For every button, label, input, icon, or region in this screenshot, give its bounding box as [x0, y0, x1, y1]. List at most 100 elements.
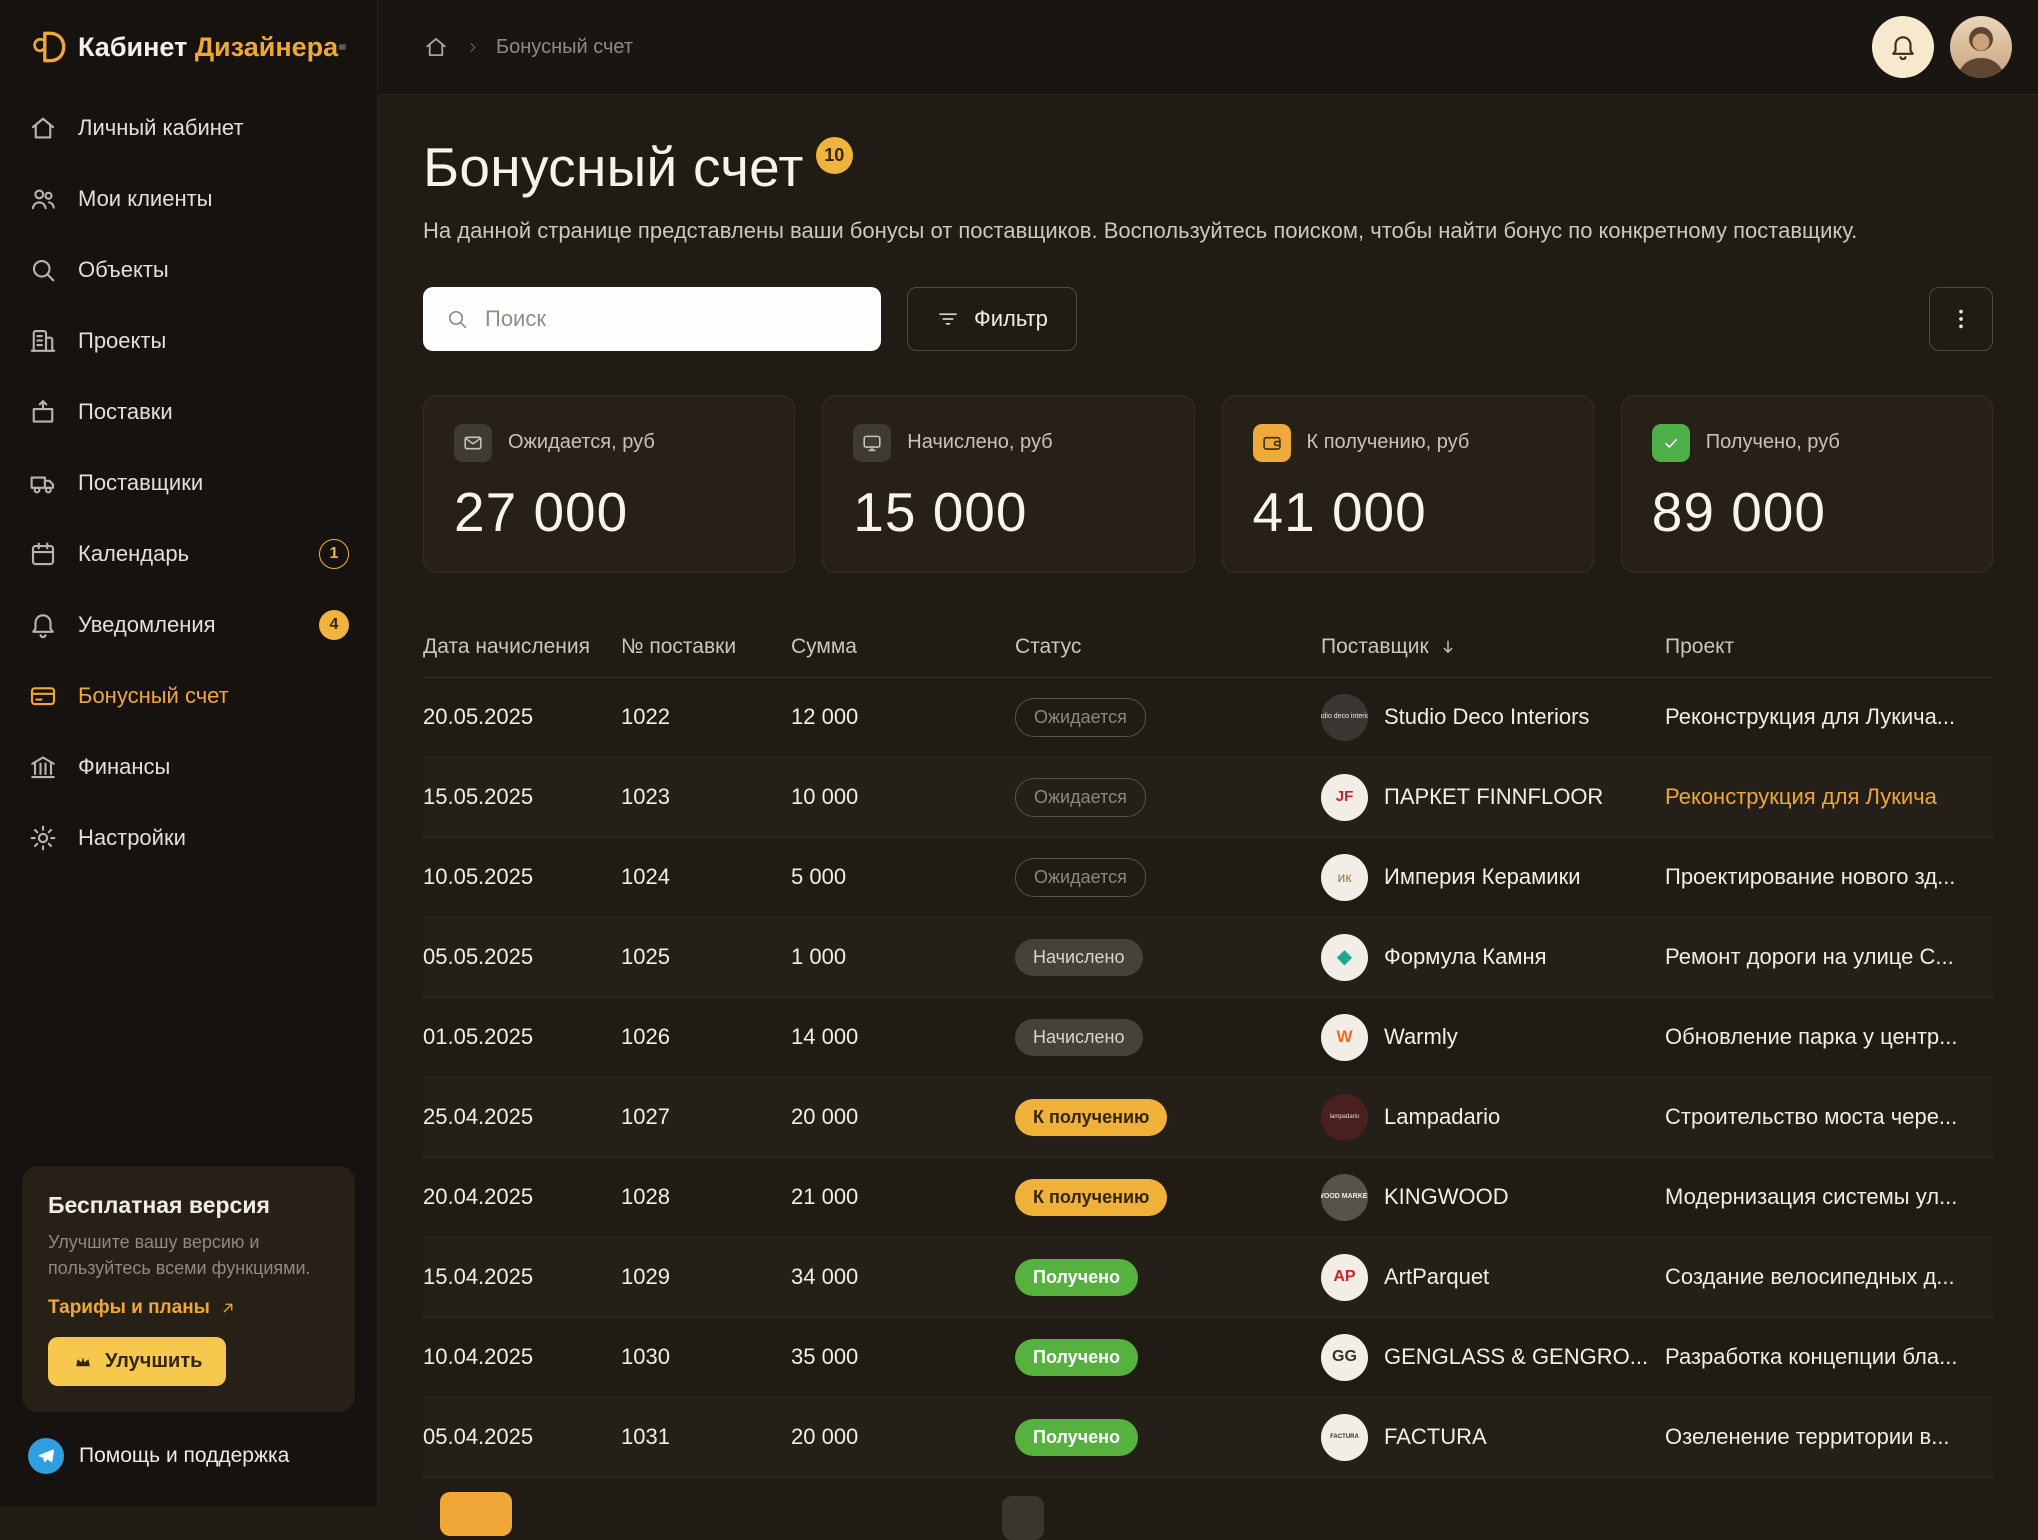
sidebar-item-settings[interactable]: Настройки [0, 802, 377, 873]
filter-button-label: Фильтр [974, 306, 1048, 332]
sidebar-item-clients[interactable]: Мои клиенты [0, 163, 377, 234]
status-badge: Ожидается [1015, 858, 1146, 897]
plans-link[interactable]: Тарифы и планы [48, 1297, 237, 1319]
arrow-up-right-icon [219, 1299, 237, 1317]
cell-supply-no: 1030 [621, 1344, 791, 1370]
sidebar-item-label: Личный кабинет [78, 115, 244, 141]
supplier-name: Lampadario [1384, 1104, 1500, 1130]
stat-value: 27 000 [454, 480, 764, 544]
sidebar-item-label: Уведомления [78, 612, 216, 638]
column-header-label: Дата начисления [423, 635, 590, 659]
cell-supplier: ◆Формула Камня [1321, 934, 1665, 981]
sidebar-item-label: Поставщики [78, 470, 203, 496]
chevron-right-icon [465, 40, 480, 55]
more-options-button[interactable] [1929, 287, 1993, 351]
search-input[interactable] [423, 287, 881, 351]
logo-icon [28, 26, 70, 68]
topbar: Бонусный счет [378, 0, 2038, 95]
filter-button[interactable]: Фильтр [907, 287, 1077, 351]
sidebar-item-supplies[interactable]: Поставки [0, 376, 377, 447]
cell-supply-no: 1028 [621, 1184, 791, 1210]
upgrade-button-label: Улучшить [105, 1350, 202, 1373]
sort-down-icon [1438, 637, 1458, 657]
supplier-name: Warmly [1384, 1024, 1458, 1050]
users-icon [28, 184, 58, 214]
table-row[interactable]: 10.04.2025103035 000ПолученоGGGENGLASS &… [423, 1318, 1993, 1398]
stat-label: Начислено, руб [907, 431, 1052, 454]
menu-toggle-icon[interactable] [338, 30, 347, 64]
cell-supplier: lampadario Lampadario [1321, 1094, 1665, 1141]
cell-date: 05.05.2025 [423, 944, 621, 970]
app-logo[interactable]: Кабинет Дизайнера [28, 26, 338, 68]
upgrade-button[interactable]: Улучшить [48, 1337, 226, 1386]
column-header-1[interactable]: № поставки [621, 635, 791, 659]
cell-amount: 35 000 [791, 1344, 1015, 1370]
stat-card-header: Начислено, руб [853, 424, 1163, 462]
app-root: Кабинет Дизайнера Личный кабинет Мои клие… [0, 0, 2038, 1506]
stat-label: Получено, руб [1706, 431, 1840, 454]
pagination-button[interactable] [440, 1492, 512, 1536]
cell-status: К получению [1015, 1179, 1321, 1216]
stat-card-header: К получению, руб [1253, 424, 1563, 462]
stat-value: 15 000 [853, 480, 1163, 544]
table-row[interactable]: 15.04.2025102934 000ПолученоAPArtParquet… [423, 1238, 1993, 1318]
cell-project[interactable]: Реконструкция для Лукича [1665, 784, 1993, 810]
notifications-button[interactable] [1872, 16, 1934, 78]
user-avatar[interactable] [1950, 16, 2012, 78]
table-body: 20.05.2025102212 000Ожидаетсяstudio deco… [423, 678, 1993, 1478]
table-row[interactable]: 05.05.202510251 000Начислено◆Формула Кам… [423, 918, 1993, 998]
supplier-logo: GG [1321, 1334, 1368, 1381]
status-badge: Получено [1015, 1419, 1138, 1456]
cell-status: Начислено [1015, 1019, 1321, 1056]
cell-status: Ожидается [1015, 858, 1321, 897]
pagination-control[interactable] [1002, 1496, 1044, 1540]
supplier-logo: ик [1321, 854, 1368, 901]
table-row[interactable]: 20.05.2025102212 000Ожидаетсяstudio deco… [423, 678, 1993, 758]
cell-supplier: WWarmly [1321, 1014, 1665, 1061]
supplier-logo: lampadario [1321, 1094, 1368, 1141]
cell-status: Начислено [1015, 939, 1321, 976]
column-header-2[interactable]: Сумма [791, 635, 1015, 659]
sidebar-item-objects[interactable]: Объекты [0, 234, 377, 305]
upgrade-card: Бесплатная версия Улучшите вашу версию и… [22, 1166, 355, 1412]
cell-amount: 20 000 [791, 1104, 1015, 1130]
column-header-3[interactable]: Статус [1015, 635, 1321, 659]
supplies-icon [28, 397, 58, 427]
cell-supply-no: 1023 [621, 784, 791, 810]
sidebar-item-calendar[interactable]: Календарь1 [0, 518, 377, 589]
cell-amount: 1 000 [791, 944, 1015, 970]
sidebar-item-notifications[interactable]: Уведомления4 [0, 589, 377, 660]
stat-card-header: Получено, руб [1652, 424, 1962, 462]
column-header-5[interactable]: Проект [1665, 635, 1993, 659]
cell-amount: 20 000 [791, 1424, 1015, 1450]
sidebar-item-label: Бонусный счет [78, 683, 229, 709]
table-row[interactable]: 01.05.2025102614 000НачисленоWWarmlyОбно… [423, 998, 1993, 1078]
supplier-logo: AP [1321, 1254, 1368, 1301]
column-header-0[interactable]: Дата начисления [423, 635, 621, 659]
table-row[interactable]: 25.04.2025102720 000К получениюlampadari… [423, 1078, 1993, 1158]
sidebar-item-bonus-account[interactable]: Бонусный счет [0, 660, 377, 731]
sidebar-item-suppliers[interactable]: Поставщики [0, 447, 377, 518]
check-icon [1660, 432, 1682, 454]
brand-accent: Дизайнера [195, 32, 338, 62]
sidebar-item-personal-cabinet[interactable]: Личный кабинет [0, 92, 377, 163]
bell-icon [1888, 32, 1918, 62]
bank-icon [28, 752, 58, 782]
supplier-name: ПАРКЕТ FINNFLOOR [1384, 784, 1603, 810]
sidebar-item-projects[interactable]: Проекты [0, 305, 377, 376]
cell-date: 25.04.2025 [423, 1104, 621, 1130]
cell-amount: 34 000 [791, 1264, 1015, 1290]
sidebar-item-finance[interactable]: Финансы [0, 731, 377, 802]
status-badge: Начислено [1015, 1019, 1143, 1056]
table-row[interactable]: 10.05.202510245 000ОжидаетсяикИмперия Ке… [423, 838, 1993, 918]
table-row[interactable]: 05.04.2025103120 000ПолученоFACTURAFACTU… [423, 1398, 1993, 1478]
cell-status: Получено [1015, 1339, 1321, 1376]
table-row[interactable]: 15.05.2025102310 000ОжидаетсяJFПАРКЕТ FI… [423, 758, 1993, 838]
stat-card-received: Получено, руб89 000 [1621, 395, 1993, 573]
help-support-link[interactable]: Помощь и поддержка [0, 1438, 377, 1506]
table-row[interactable]: 20.04.2025102821 000К получениюWOOD MARK… [423, 1158, 1993, 1238]
column-header-4[interactable]: Поставщик [1321, 635, 1665, 659]
nav-badge: 1 [319, 539, 349, 569]
home-icon[interactable] [423, 34, 449, 60]
cell-amount: 12 000 [791, 704, 1015, 730]
